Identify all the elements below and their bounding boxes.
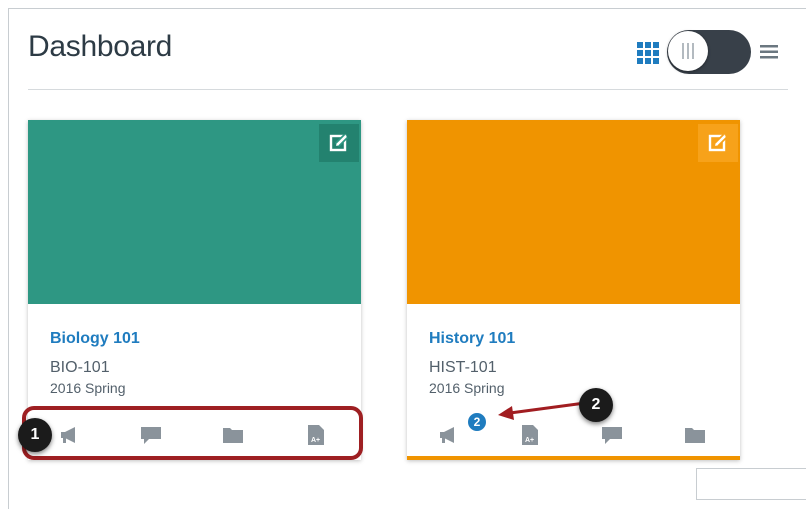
course-card-hero[interactable] [28, 120, 361, 304]
announcements-button[interactable] [434, 420, 464, 450]
view-toggle-switch[interactable] [667, 30, 751, 74]
discussions-icon [602, 427, 622, 444]
files-icon [685, 428, 705, 443]
edit-card-button[interactable] [319, 124, 359, 162]
svg-text:A+: A+ [525, 437, 534, 444]
course-term: 2016 Spring [50, 380, 126, 396]
page-title: Dashboard [28, 30, 173, 63]
assignments-icon: A+ [522, 425, 538, 445]
discussions-button[interactable] [597, 420, 627, 450]
edit-card-button[interactable] [698, 124, 738, 162]
card-view-grid-icon[interactable] [637, 42, 659, 64]
title-divider [28, 89, 788, 90]
course-term: 2016 Spring [429, 380, 505, 396]
course-card-hero[interactable] [407, 120, 740, 304]
edit-icon [329, 133, 349, 152]
announcements-icon [440, 427, 454, 443]
card-color-bar [407, 456, 740, 460]
toggle-knob[interactable] [668, 31, 708, 71]
scroll-panel-edge [696, 468, 806, 500]
files-button[interactable] [680, 420, 710, 450]
callout-arrow [498, 401, 586, 420]
course-title-link[interactable]: History 101 [429, 330, 515, 348]
unread-announcements-badge: 2 [466, 411, 488, 433]
edit-icon [708, 133, 728, 152]
list-view-icon[interactable] [760, 44, 778, 60]
callout-marker-2: 2 [579, 388, 613, 422]
action-icons-highlight [22, 406, 363, 460]
course-code: BIO-101 [50, 359, 110, 376]
course-code: HIST-101 [429, 359, 497, 376]
course-title-link[interactable]: Biology 101 [50, 330, 140, 348]
callout-marker-1: 1 [18, 418, 52, 452]
